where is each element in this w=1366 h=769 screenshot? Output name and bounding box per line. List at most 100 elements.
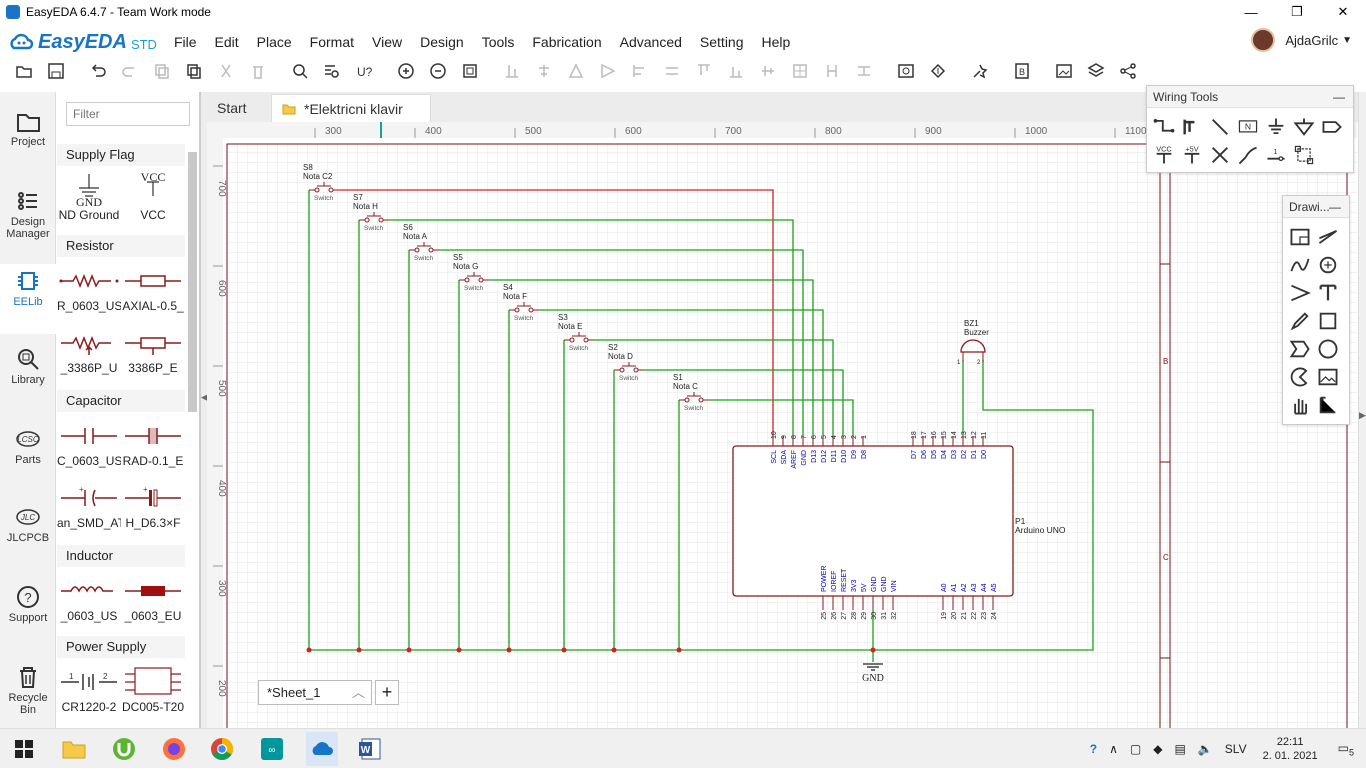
sheet-tab[interactable]: *Sheet_1 ︿: [258, 680, 372, 705]
copy-icon[interactable]: [150, 60, 174, 82]
windows-start-icon[interactable]: [10, 735, 38, 763]
library-part[interactable]: DC005-T20: [121, 662, 185, 714]
design-check-icon[interactable]: [968, 60, 992, 82]
word-icon[interactable]: W: [356, 735, 384, 763]
firefox-icon[interactable]: [160, 735, 188, 763]
vcc-flag-icon[interactable]: VCC: [1153, 144, 1175, 166]
cut-icon[interactable]: [214, 60, 238, 82]
add-sheet-button[interactable]: +: [375, 680, 399, 705]
nav-library[interactable]: Library: [0, 342, 56, 412]
library-part[interactable]: + an_SMD_AT: [57, 478, 121, 530]
panel-splitter[interactable]: ◀: [200, 92, 208, 728]
align-6-icon[interactable]: [660, 60, 684, 82]
minimize-button[interactable]: —: [1228, 0, 1274, 24]
menu-file[interactable]: File: [165, 34, 206, 50]
arrow-icon[interactable]: [1289, 282, 1311, 304]
image-frame-icon[interactable]: [1289, 226, 1311, 248]
save-icon[interactable]: [44, 60, 68, 82]
network-tray-icon[interactable]: ▤: [1174, 742, 1185, 756]
nav-parts[interactable]: LCSC Parts: [0, 422, 56, 492]
easyeda-taskbar-icon[interactable]: [306, 732, 338, 766]
library-scrollbar[interactable]: [188, 152, 197, 412]
netflag-gnd-icon[interactable]: [1293, 116, 1315, 138]
bus-icon[interactable]: [1181, 116, 1203, 138]
net-label-icon[interactable]: N: [1237, 116, 1259, 138]
net-flag-gnd-icon[interactable]: [1265, 116, 1287, 138]
help-tray-icon[interactable]: ?: [1090, 742, 1097, 756]
bezier-icon[interactable]: [1289, 254, 1311, 276]
align-1-icon[interactable]: [500, 60, 524, 82]
library-part[interactable]: C_0603_US: [57, 416, 121, 468]
drawing-tools-header[interactable]: Drawi... —: [1283, 196, 1349, 218]
net-port-icon[interactable]: [1321, 116, 1343, 138]
library-category-power-supply[interactable]: Power Supply: [57, 636, 185, 658]
duplicate-icon[interactable]: [182, 60, 206, 82]
library-part[interactable]: GND ND Ground: [57, 170, 121, 222]
minimize-panel-button[interactable]: —: [1333, 86, 1345, 108]
close-button[interactable]: ✕: [1320, 0, 1366, 24]
dimension-icon[interactable]: [1317, 394, 1339, 416]
library-part[interactable]: AXIAL-0.5_: [121, 261, 185, 313]
nav-recycle-bin[interactable]: Recycle Bin: [0, 660, 56, 730]
no-connect-icon[interactable]: [1209, 144, 1231, 166]
pin-icon[interactable]: 1: [1265, 144, 1287, 166]
library-part[interactable]: VCC VCC: [121, 170, 185, 222]
polygon-icon[interactable]: [1289, 338, 1311, 360]
library-part[interactable]: 3386P_E: [121, 323, 185, 375]
tab-elektricni-klavir[interactable]: *Elektricni klavir: [271, 94, 431, 122]
nav-design-manager[interactable]: Design Manager: [0, 184, 56, 254]
menu-design[interactable]: Design: [411, 34, 473, 50]
text-icon[interactable]: [1317, 282, 1339, 304]
nav-jlcpcb[interactable]: JLC JLCPCB: [0, 500, 56, 570]
library-part[interactable]: + H_D6.3×F: [121, 478, 185, 530]
library-category-resistor[interactable]: Resistor: [57, 235, 185, 257]
nav-eelib[interactable]: EELib: [0, 264, 56, 334]
maximize-button[interactable]: ❐: [1274, 0, 1320, 24]
delete-icon[interactable]: [246, 60, 270, 82]
utorrent-icon[interactable]: [110, 735, 138, 763]
polyline-icon[interactable]: [1317, 226, 1339, 248]
minimize-panel-button[interactable]: —: [1329, 196, 1341, 218]
menu-place[interactable]: Place: [248, 34, 301, 50]
library-category-supply-flag[interactable]: Supply Flag: [57, 144, 185, 166]
menu-format[interactable]: Format: [301, 34, 363, 50]
layers-icon[interactable]: [1084, 60, 1108, 82]
wire-icon[interactable]: [1153, 116, 1175, 138]
nav-project[interactable]: Project: [0, 104, 56, 174]
library-category-inductor[interactable]: Inductor: [57, 545, 185, 567]
open-folder-icon[interactable]: [12, 60, 36, 82]
search-icon[interactable]: [288, 60, 312, 82]
nav-support[interactable]: ? Support: [0, 580, 56, 650]
user-menu[interactable]: AjdaGrilc ▼: [1251, 28, 1352, 52]
filter-input[interactable]: [66, 102, 190, 126]
easyeda-logo[interactable]: EasyEDA STD: [8, 31, 157, 54]
right-splitter[interactable]: ▶: [1358, 92, 1366, 728]
tab-start[interactable]: Start: [207, 94, 271, 122]
menu-setting[interactable]: Setting: [691, 34, 753, 50]
chrome-icon[interactable]: [208, 735, 236, 763]
align-7-icon[interactable]: [692, 60, 716, 82]
pie-icon[interactable]: [1289, 366, 1311, 388]
share-icon[interactable]: [1116, 60, 1140, 82]
library-category-capacitor[interactable]: Capacitor: [57, 390, 185, 412]
arduino-icon[interactable]: ∞: [258, 735, 286, 763]
arc-icon[interactable]: [1317, 254, 1339, 276]
library-part[interactable]: _0603_EU: [121, 571, 185, 623]
menu-advanced[interactable]: Advanced: [611, 34, 691, 50]
wiring-tools-header[interactable]: Wiring Tools —: [1147, 86, 1353, 108]
zoom-in-icon[interactable]: [394, 60, 418, 82]
align-9-icon[interactable]: [756, 60, 780, 82]
freehand-icon[interactable]: [1289, 310, 1311, 332]
menu-edit[interactable]: Edit: [206, 34, 248, 50]
voltage-probe-icon[interactable]: [1237, 144, 1259, 166]
align-4-icon[interactable]: [596, 60, 620, 82]
plus5v-flag-icon[interactable]: +5V: [1181, 144, 1203, 166]
library-part[interactable]: R_0603_US: [57, 261, 121, 313]
undo-icon[interactable]: [86, 60, 110, 82]
library-part[interactable]: _0603_US: [57, 571, 121, 623]
language-indicator[interactable]: SLV: [1225, 742, 1247, 756]
rectangle-icon[interactable]: [1317, 310, 1339, 332]
annotate-icon[interactable]: U?: [352, 60, 376, 82]
distribute-3-icon[interactable]: [852, 60, 876, 82]
align-8-icon[interactable]: [724, 60, 748, 82]
